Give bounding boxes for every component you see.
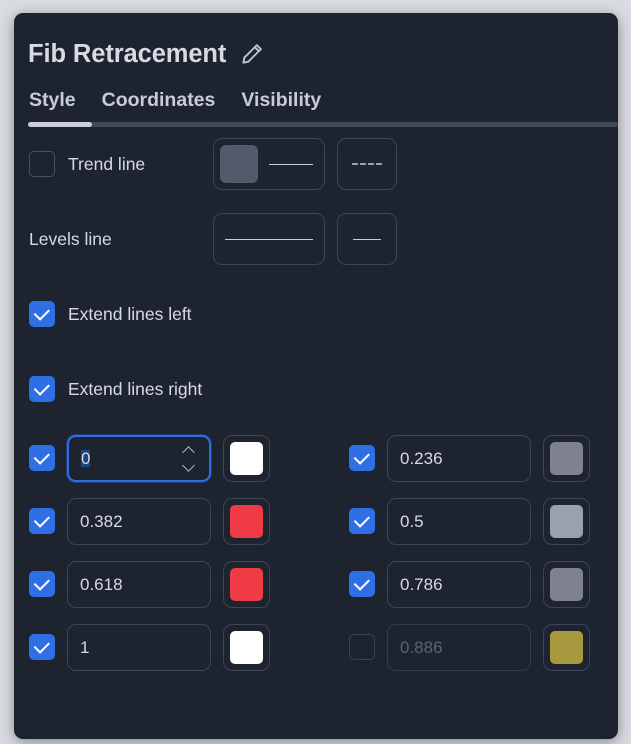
fib-level-5-value: 0.786	[400, 574, 443, 594]
tab-active-indicator	[28, 121, 92, 127]
fib-level-row: 0.618 0.786	[29, 553, 618, 616]
fib-level-4: 0.618	[29, 560, 299, 608]
fib-level-0-value: 0	[81, 448, 91, 468]
fib-level-2-checkbox[interactable]	[29, 508, 55, 534]
fib-level-row: 1 0.886	[29, 616, 618, 679]
trend-line-dash-button[interactable]	[337, 138, 397, 190]
fib-level-7-checkbox[interactable]	[349, 634, 375, 660]
fib-level-0-checkbox[interactable]	[29, 445, 55, 471]
fib-retracement-settings-panel: Fib Retracement Style Coordinates Visibi…	[14, 13, 618, 739]
levels-line-style-button[interactable]	[213, 213, 325, 265]
fib-level-6-color-swatch	[230, 630, 263, 664]
extend-lines-right-label: Extend lines right	[68, 378, 203, 399]
fib-level-4-value: 0.618	[80, 574, 123, 594]
chevron-down-icon[interactable]	[182, 463, 196, 470]
fib-level-4-color-swatch	[230, 567, 263, 601]
fib-level-5-checkbox[interactable]	[349, 571, 375, 597]
fib-level-4-checkbox[interactable]	[29, 571, 55, 597]
fib-level-3-input[interactable]: 0.5	[387, 497, 531, 545]
page-title: Fib Retracement	[28, 39, 227, 68]
style-tab-content: Trend line Levels line Extend lines left	[14, 127, 618, 679]
extend-lines-right-row: Extend lines right	[14, 352, 618, 427]
fib-level-0-color-swatch	[230, 441, 263, 475]
fib-level-7-color-swatch	[550, 630, 583, 664]
fib-level-3-value: 0.5	[400, 511, 424, 531]
levels-line-row: Levels line	[14, 202, 618, 277]
trend-line-color-style-button[interactable]	[213, 138, 325, 190]
fib-level-6-checkbox[interactable]	[29, 634, 55, 660]
fib-level-6: 1	[29, 623, 299, 671]
fib-level-4-input[interactable]: 0.618	[67, 560, 211, 608]
fib-level-6-color-button[interactable]	[223, 623, 270, 671]
fib-level-2-color-button[interactable]	[223, 497, 270, 545]
solid-short-line-icon	[353, 238, 381, 240]
fib-level-1-input[interactable]: 0.236	[387, 434, 531, 482]
chevron-up-icon[interactable]	[182, 447, 196, 454]
fib-level-3-color-button[interactable]	[543, 497, 590, 545]
fib-levels-grid: 0 0.236 0.382 0.5 0.618 0.786 1 0.886	[14, 427, 618, 679]
fib-level-2-color-swatch	[230, 504, 263, 538]
trend-line-style-preview	[269, 163, 313, 165]
levels-line-width-button[interactable]	[337, 213, 397, 265]
tab-bar: Style Coordinates Visibility	[14, 90, 618, 127]
extend-lines-right-checkbox[interactable]	[29, 376, 55, 402]
fib-level-7: 0.886	[349, 623, 618, 671]
tab-scrollbar-track[interactable]	[28, 121, 618, 127]
fib-level-5-color-swatch	[550, 567, 583, 601]
fib-level-0: 0	[29, 434, 299, 482]
fib-level-7-input[interactable]: 0.886	[387, 623, 531, 671]
fib-level-0-input[interactable]: 0	[67, 434, 211, 482]
fib-level-0-stepper[interactable]	[182, 437, 199, 480]
solid-line-icon	[225, 238, 313, 240]
fib-level-3-color-swatch	[550, 504, 583, 538]
trend-line-row: Trend line	[14, 127, 618, 202]
levels-line-label: Levels line	[29, 228, 112, 249]
dashed-line-icon	[352, 163, 382, 165]
fib-level-2: 0.382	[29, 497, 299, 545]
pencil-icon[interactable]	[239, 41, 265, 67]
fib-level-5: 0.786	[349, 560, 618, 608]
fib-level-row: 0.382 0.5	[29, 490, 618, 553]
fib-level-6-input[interactable]: 1	[67, 623, 211, 671]
trend-line-label: Trend line	[68, 153, 146, 174]
fib-level-2-value: 0.382	[80, 511, 123, 531]
fib-level-1-color-swatch	[550, 441, 583, 475]
fib-level-6-value: 1	[80, 637, 90, 657]
trend-line-checkbox[interactable]	[29, 151, 55, 177]
extend-lines-left-row: Extend lines left	[14, 277, 618, 352]
fib-level-2-input[interactable]: 0.382	[67, 497, 211, 545]
fib-level-5-input[interactable]: 0.786	[387, 560, 531, 608]
fib-level-4-color-button[interactable]	[223, 560, 270, 608]
fib-level-0-color-button[interactable]	[223, 434, 270, 482]
fib-level-row: 0 0.236	[29, 427, 618, 490]
fib-level-3-checkbox[interactable]	[349, 508, 375, 534]
fib-level-1: 0.236	[349, 434, 618, 482]
fib-level-1-color-button[interactable]	[543, 434, 590, 482]
fib-level-1-checkbox[interactable]	[349, 445, 375, 471]
fib-level-7-color-button[interactable]	[543, 623, 590, 671]
fib-level-3: 0.5	[349, 497, 618, 545]
fib-level-1-value: 0.236	[400, 448, 443, 468]
fib-level-7-value: 0.886	[400, 637, 443, 657]
extend-lines-left-label: Extend lines left	[68, 303, 192, 324]
extend-lines-left-checkbox[interactable]	[29, 301, 55, 327]
panel-header: Fib Retracement	[14, 13, 618, 75]
trend-line-color-swatch[interactable]	[220, 145, 258, 183]
fib-level-5-color-button[interactable]	[543, 560, 590, 608]
